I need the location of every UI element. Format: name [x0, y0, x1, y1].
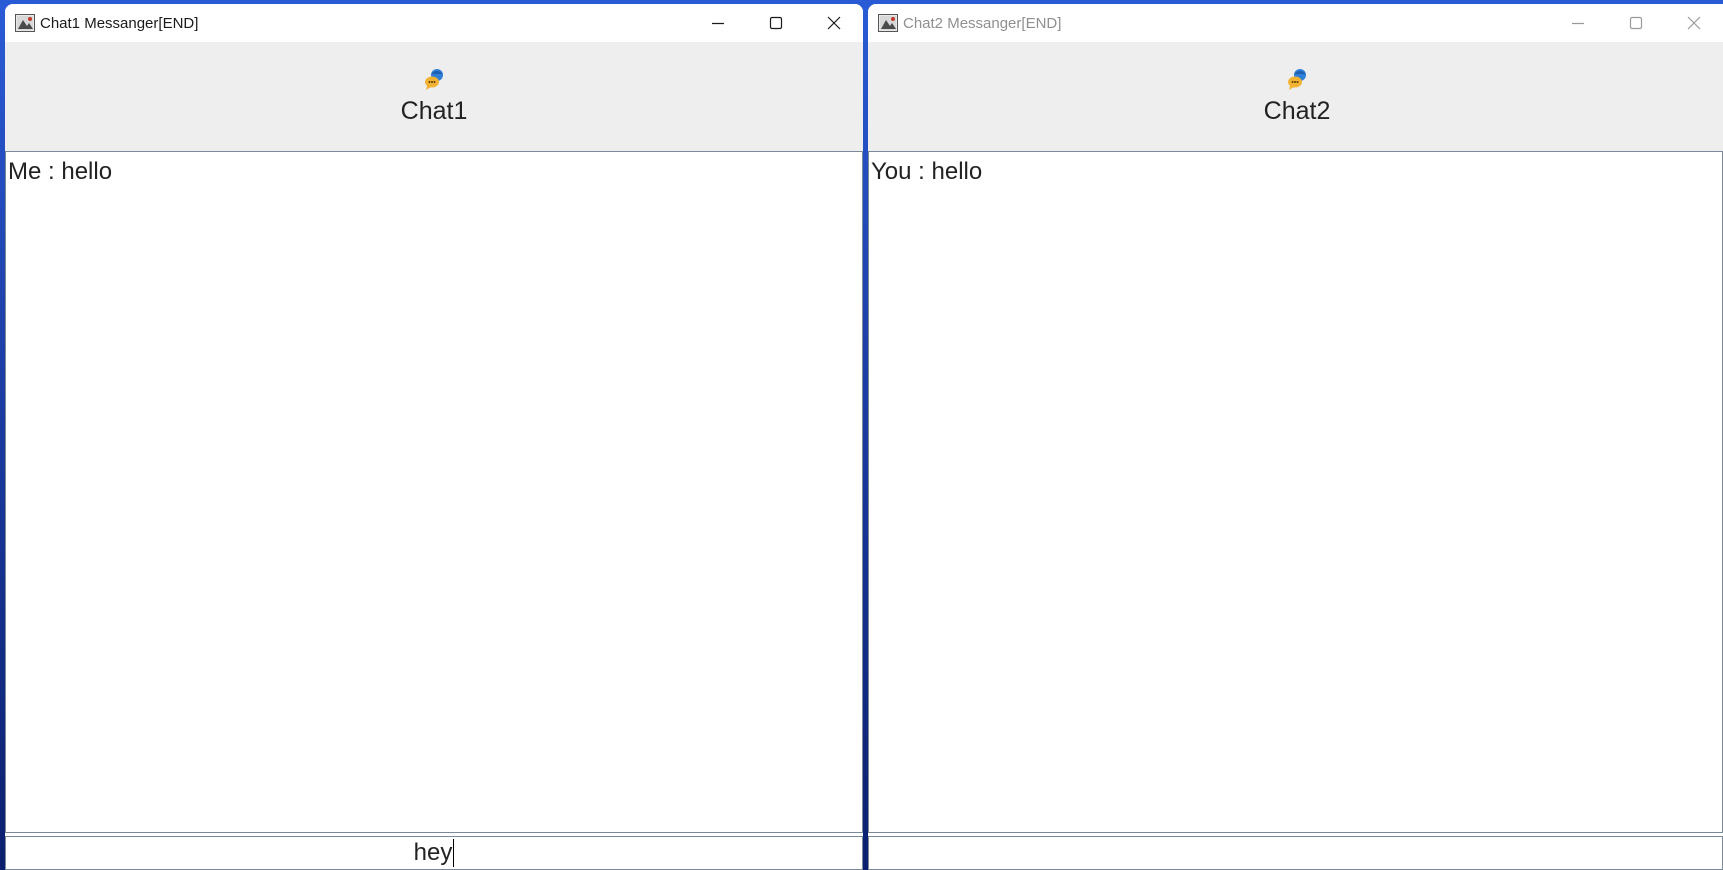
java-app-icon [878, 14, 898, 32]
maximize-button[interactable] [1607, 4, 1665, 42]
chat-header: Chat2 [868, 42, 1723, 152]
chat-header: Chat1 [5, 42, 863, 152]
close-button[interactable] [1665, 4, 1723, 42]
maximize-icon [769, 16, 783, 30]
input-content: hey [6, 837, 862, 869]
chat-bubble-person-icon [1288, 69, 1306, 90]
java-app-icon [15, 14, 35, 32]
minimize-icon [712, 22, 724, 25]
chat2-window: Chat2 Messanger[END] Chat2 You: hello [868, 4, 1723, 870]
caption-buttons [1549, 4, 1723, 42]
text-caret [453, 839, 455, 867]
chat-title: Chat2 [1263, 97, 1331, 125]
message-line: Me : hello [8, 158, 113, 185]
input-content [869, 837, 1722, 869]
caption-buttons [689, 4, 863, 42]
maximize-button[interactable] [747, 4, 805, 42]
title-bar[interactable]: Chat2 Messanger[END] [868, 4, 1723, 42]
chat1-window: Chat1 Messanger[END] Chat1 Me: hello he… [5, 4, 863, 870]
message-input[interactable]: hey [5, 836, 863, 870]
window-title: Chat2 Messanger[END] [903, 14, 1062, 32]
chat-bubble-person-icon [425, 69, 443, 90]
input-value: hey [413, 839, 453, 866]
message-input[interactable] [868, 836, 1723, 870]
message-area[interactable]: Me : hello [5, 152, 863, 833]
window-title: Chat1 Messanger[END] [40, 14, 199, 32]
message-area[interactable]: You : hello [868, 152, 1723, 833]
minimize-icon [1572, 22, 1584, 25]
close-icon [1687, 16, 1701, 30]
close-icon [827, 16, 841, 30]
chat-title: Chat1 [400, 97, 468, 125]
minimize-button[interactable] [689, 4, 747, 42]
title-bar[interactable]: Chat1 Messanger[END] [5, 4, 863, 42]
close-button[interactable] [805, 4, 863, 42]
message-line: You : hello [871, 158, 983, 185]
minimize-button[interactable] [1549, 4, 1607, 42]
maximize-icon [1629, 16, 1643, 30]
